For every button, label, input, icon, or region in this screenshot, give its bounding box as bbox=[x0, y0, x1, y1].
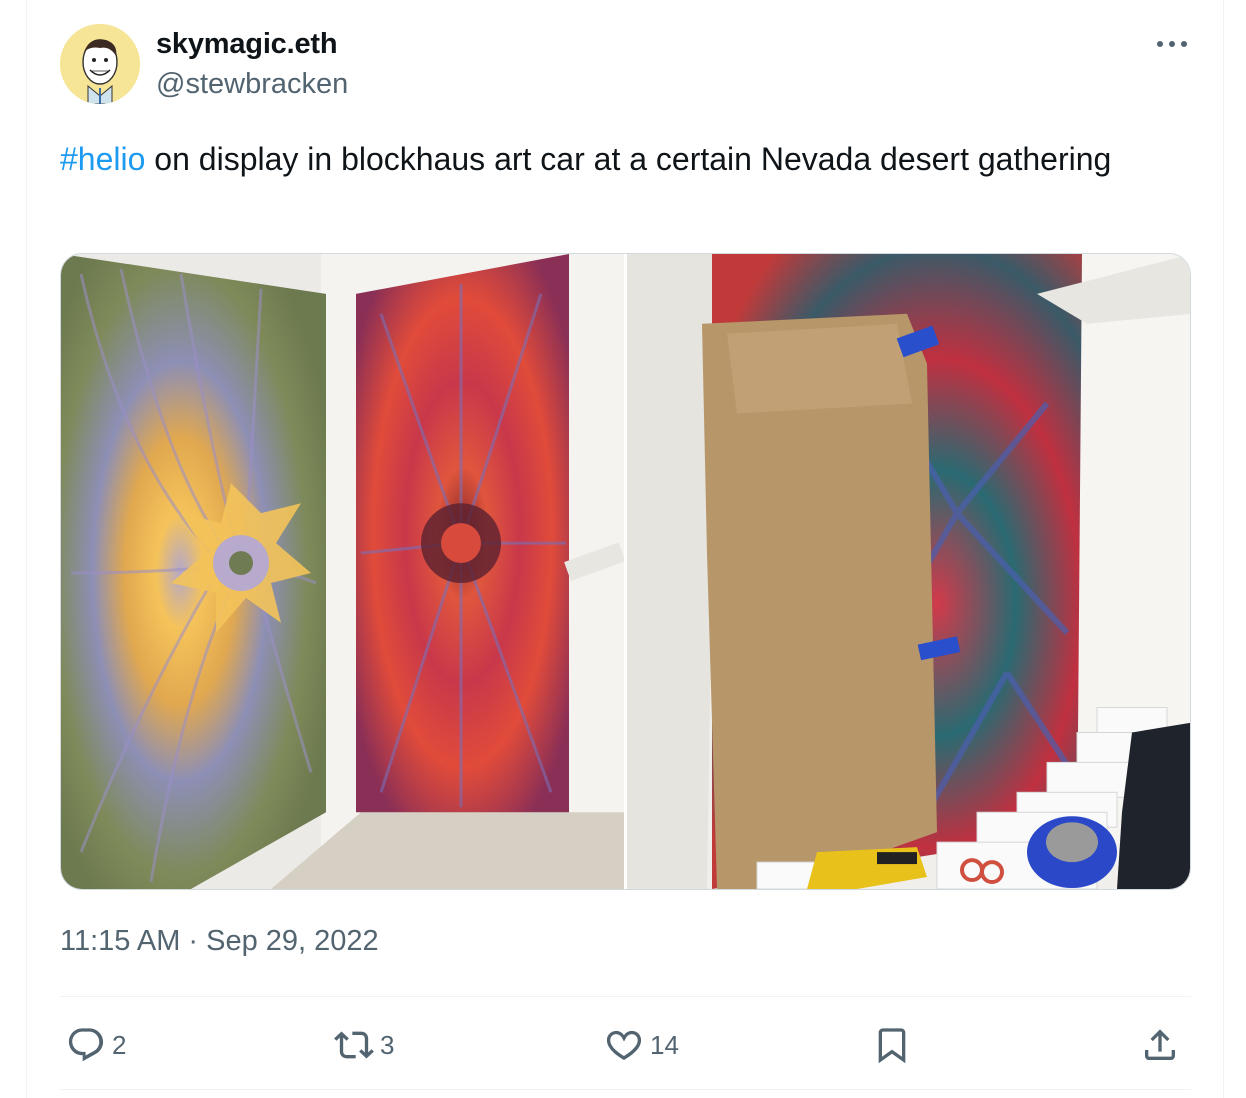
tweet-timestamp[interactable]: 11:15 AM · Sep 29, 2022 bbox=[60, 925, 379, 958]
retweet-count: 3 bbox=[380, 1029, 395, 1060]
heart-icon bbox=[606, 1030, 642, 1060]
photo-kaleidoscope-panels[interactable] bbox=[61, 254, 624, 889]
retweet-button[interactable]: 3 bbox=[334, 1022, 394, 1068]
retweet-icon bbox=[334, 1031, 374, 1059]
hashtag-link[interactable]: #helio bbox=[60, 141, 145, 177]
reply-count: 2 bbox=[112, 1029, 127, 1060]
cartoon-face-avatar-icon bbox=[60, 24, 140, 104]
like-count: 14 bbox=[650, 1029, 679, 1060]
reply-button[interactable]: 2 bbox=[66, 1022, 126, 1068]
avatar[interactable] bbox=[60, 24, 140, 104]
like-button[interactable]: 14 bbox=[604, 1022, 679, 1068]
reply-icon bbox=[68, 1028, 104, 1062]
display-name[interactable]: skymagic.eth bbox=[156, 28, 338, 61]
bookmark-icon bbox=[878, 1028, 906, 1064]
user-handle[interactable]: @stewbracken bbox=[156, 68, 348, 101]
kaleidoscope-panels-photo-icon bbox=[61, 254, 624, 889]
tweet-body: on display in blockhaus art car at a cer… bbox=[145, 141, 1112, 177]
divider bbox=[60, 1089, 1191, 1090]
share-upload-icon bbox=[1145, 1029, 1175, 1060]
tweet-text: #helio on display in blockhaus art car a… bbox=[60, 136, 1180, 183]
share-button[interactable] bbox=[1140, 1022, 1180, 1068]
bookmark-button[interactable] bbox=[872, 1022, 912, 1068]
media-grid bbox=[60, 253, 1191, 890]
divider bbox=[60, 996, 1191, 997]
photo-covered-wall-mural[interactable] bbox=[627, 254, 1190, 889]
more-options-button[interactable] bbox=[1150, 26, 1194, 62]
more-dots-icon bbox=[1157, 41, 1187, 47]
covered-wall-mural-photo-icon bbox=[627, 254, 1190, 889]
